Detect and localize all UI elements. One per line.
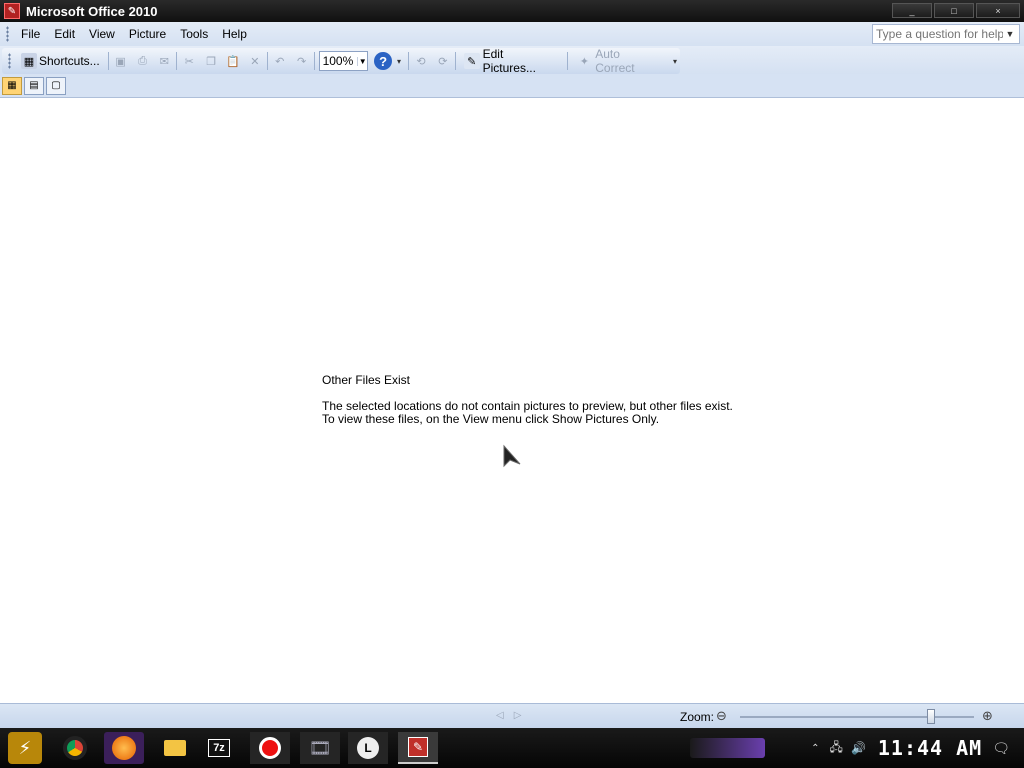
- picture-manager-taskbar-icon: ✎: [408, 737, 428, 757]
- help-dropdown-arrow-icon[interactable]: ▼: [1003, 29, 1017, 39]
- picture-pane: Other Files Exist The selected locations…: [0, 98, 1024, 703]
- chrome-taskbar-button[interactable]: [58, 732, 92, 764]
- show-hidden-icons-chevron-icon[interactable]: ⌃: [811, 743, 819, 754]
- message-heading: Other Files Exist: [322, 373, 411, 387]
- record-icon: [259, 737, 281, 759]
- chrome-icon: [63, 736, 87, 760]
- help-search-input[interactable]: [873, 25, 1003, 43]
- zoom-in-icon[interactable]: ⊕: [982, 708, 993, 724]
- volume-icon[interactable]: 🔊: [851, 741, 866, 755]
- zoom-combo-value: 100%: [322, 54, 354, 68]
- toolbar-options-chevron-icon[interactable]: ▾: [394, 57, 404, 66]
- menu-file[interactable]: File: [15, 25, 46, 43]
- message-line-2: To view these files, on the View menu cl…: [322, 412, 660, 426]
- shortcuts-label: Shortcuts...: [38, 54, 100, 68]
- redo-icon[interactable]: ↷: [294, 53, 310, 69]
- close-button[interactable]: ×: [976, 3, 1020, 18]
- taskbar-clock[interactable]: 11:44 AM: [878, 736, 982, 760]
- toolbar-strip: ▦ Shortcuts... ▣ ⎙ ✉ ✂ ❐ 📋 ✕ ↶ ↷ 100% ▼ …: [2, 47, 680, 75]
- zoom-combo[interactable]: 100% ▼: [318, 51, 369, 71]
- menu-picture[interactable]: Picture: [123, 25, 172, 43]
- edit-pictures-button[interactable]: ✎ Edit Pictures...: [460, 47, 564, 75]
- cut-icon[interactable]: ✂: [181, 53, 197, 69]
- delete-icon[interactable]: ✕: [247, 53, 263, 69]
- single-picture-view-icon[interactable]: ▢: [46, 76, 66, 95]
- toolbar2-options-chevron-icon[interactable]: ▾: [670, 57, 680, 66]
- taskbar: ⚡ 7z 🎞 L ✎ ⌃ 🖧 🔊 11:44 AM 🗨: [0, 728, 1024, 768]
- mouse-cursor-icon: [503, 444, 521, 468]
- system-tray: ⌃ 🖧 🔊 11:44 AM 🗨: [811, 728, 1024, 768]
- toolbar-separator: [407, 52, 409, 70]
- file-explorer-taskbar-button[interactable]: [158, 732, 192, 764]
- window-title: Microsoft Office 2010: [26, 3, 158, 19]
- menu-tools[interactable]: Tools: [174, 25, 214, 43]
- recorder-taskbar-button[interactable]: [250, 732, 290, 764]
- auto-correct-button[interactable]: ✦ Auto Correct: [572, 47, 666, 75]
- picture-manager-taskbar-button[interactable]: ✎: [398, 732, 438, 764]
- shortcuts-button[interactable]: ▦ Shortcuts...: [17, 50, 104, 72]
- video-editor-taskbar-button[interactable]: 🎞: [300, 732, 340, 764]
- app-l-taskbar-button[interactable]: L: [348, 732, 388, 764]
- zoom-slider-thumb[interactable]: [927, 709, 935, 724]
- rotate-right-icon[interactable]: ⟳: [435, 53, 451, 69]
- network-icon[interactable]: 🖧: [830, 738, 843, 759]
- status-bar: ◁ ▷ Zoom: ⊖ ⊕: [0, 703, 1024, 728]
- other-files-message: Other Files Exist The selected locations…: [322, 374, 733, 426]
- folder-icon: [164, 740, 186, 756]
- zoom-label: Zoom:: [680, 710, 715, 724]
- toolbar-separator: [313, 52, 315, 70]
- toolbar-separator: [107, 52, 109, 70]
- firefox-icon: [112, 736, 136, 760]
- toolbar-separator: [567, 52, 569, 70]
- taskbar-decoration: [690, 738, 765, 758]
- edit-pictures-icon: ✎: [463, 53, 480, 69]
- save-icon[interactable]: ▣: [113, 53, 129, 69]
- picture-navigation: ◁ ▷: [496, 710, 521, 721]
- view-toolbar: ▦ ▤ ▢: [0, 74, 1024, 98]
- menu-edit[interactable]: Edit: [48, 25, 81, 43]
- mail-icon[interactable]: ✉: [156, 53, 172, 69]
- print-icon[interactable]: ⎙: [135, 53, 151, 69]
- toolbar-separator: [266, 52, 268, 70]
- title-bar: ✎ Microsoft Office 2010 _ □ ×: [0, 0, 1024, 22]
- toolbar-grip-handle[interactable]: [8, 53, 11, 69]
- notifications-icon[interactable]: 🗨: [992, 740, 1010, 757]
- zoom-slider-track[interactable]: [740, 716, 974, 718]
- copy-icon[interactable]: ❐: [203, 53, 219, 69]
- window-controls: _ □ ×: [892, 3, 1020, 18]
- paste-icon[interactable]: 📋: [225, 53, 241, 69]
- auto-correct-label: Auto Correct: [595, 47, 635, 75]
- film-icon: 🎞: [308, 737, 332, 758]
- edit-pictures-label: Edit Pictures...: [482, 47, 536, 75]
- minimize-button[interactable]: _: [892, 3, 932, 18]
- previous-picture-icon[interactable]: ◁: [496, 710, 504, 721]
- toolbar-separator: [176, 52, 178, 70]
- shortcuts-icon: ▦: [20, 53, 37, 69]
- standard-toolbar: ▦ Shortcuts... ▣ ⎙ ✉ ✂ ❐ 📋 ✕ ↶ ↷ 100% ▼ …: [0, 46, 1024, 75]
- auto-correct-icon: ✦: [579, 55, 589, 68]
- zoom-combo-arrow-icon[interactable]: ▼: [357, 56, 367, 66]
- undo-icon[interactable]: ↶: [272, 53, 288, 69]
- 7zip-icon: 7z: [208, 739, 230, 757]
- menu-view[interactable]: View: [83, 25, 121, 43]
- rotate-left-icon[interactable]: ⟲: [413, 53, 429, 69]
- 7zip-taskbar-button[interactable]: 7z: [202, 732, 236, 764]
- filmstrip-view-icon[interactable]: ▤: [24, 76, 44, 95]
- maximize-button[interactable]: □: [934, 3, 974, 18]
- zoom-out-icon[interactable]: ⊖: [716, 708, 727, 724]
- help-icon[interactable]: ?: [374, 52, 393, 70]
- help-search-box: ▼: [872, 24, 1020, 44]
- app-l-icon: L: [357, 737, 379, 759]
- menu-bar: File Edit View Picture Tools Help ▼: [0, 22, 1024, 46]
- menu-grip-handle[interactable]: [6, 26, 9, 42]
- menu-help[interactable]: Help: [216, 25, 253, 43]
- start-button[interactable]: ⚡: [8, 732, 42, 764]
- thumbnail-view-icon[interactable]: ▦: [2, 76, 22, 95]
- next-picture-icon[interactable]: ▷: [514, 710, 522, 721]
- toolbar-separator: [454, 52, 456, 70]
- firefox-taskbar-button[interactable]: [104, 732, 144, 764]
- picture-manager-app-icon: ✎: [4, 3, 20, 19]
